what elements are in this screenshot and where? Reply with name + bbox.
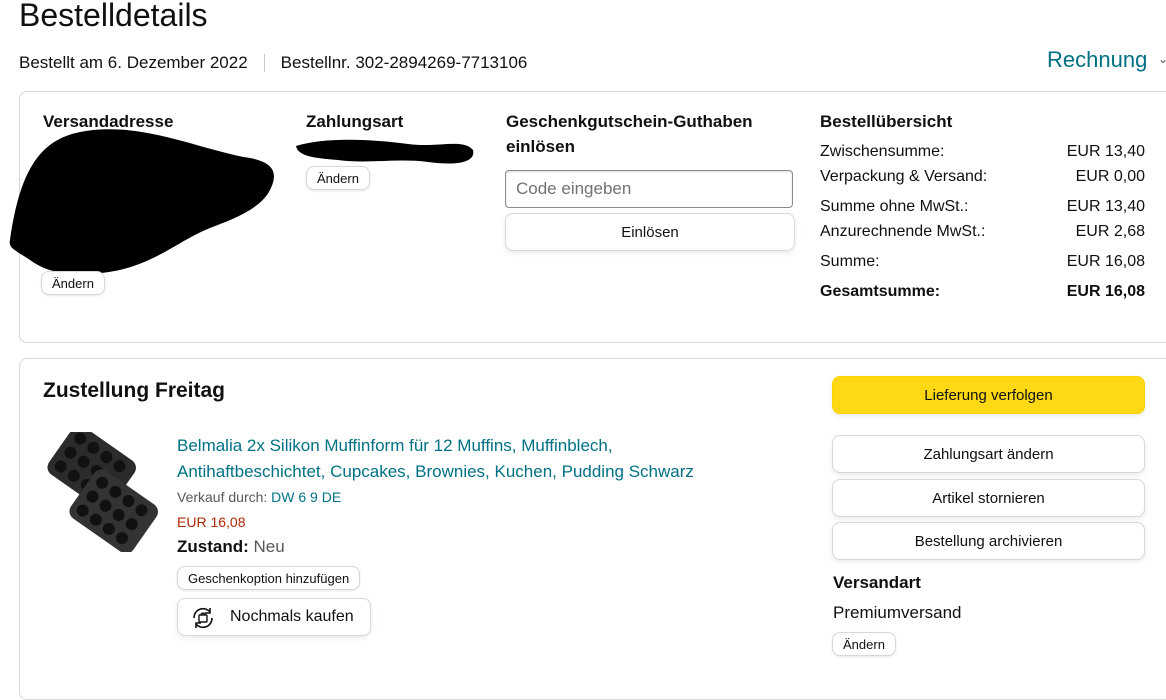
shipping-method-value: Premiumversand [833, 603, 962, 622]
invoice-link[interactable]: Rechnung [1047, 47, 1147, 73]
page-title: Bestelldetails [19, 0, 208, 33]
chevron-down-icon[interactable]: ⌄ [1158, 52, 1166, 66]
change-payment-method-button[interactable]: Zahlungsart ändern [832, 435, 1145, 473]
summary-value: EUR 2,68 [1075, 223, 1145, 240]
condition-value: Neu [253, 537, 285, 556]
sold-by: Verkauf durch: DW 6 9 DE [177, 489, 341, 505]
summary-row: Verpackung & Versand: EUR 0,00 [820, 168, 1145, 186]
product-price: EUR 16,08 [177, 514, 246, 530]
order-summary-heading: Bestellübersicht [820, 112, 953, 131]
divider [263, 54, 265, 72]
summary-label: Summe ohne MwSt.: [820, 198, 969, 215]
shipping-method-heading: Versandart [833, 573, 921, 592]
summary-value: EUR 13,40 [1066, 198, 1145, 215]
order-date: Bestellt am 6. Dezember 2022 [19, 53, 248, 72]
product-title-link[interactable]: Belmalia 2x Silikon Muffinform für 12 Mu… [177, 436, 613, 456]
summary-label: Verpackung & Versand: [820, 168, 988, 185]
buy-again-button[interactable]: Nochmals kaufen [177, 598, 371, 636]
redeem-button[interactable]: Einlösen [505, 213, 795, 251]
condition: Zustand: Neu [177, 537, 285, 557]
buy-again-icon [193, 607, 213, 629]
summary-row: Anzurechnende MwSt.: EUR 2,68 [820, 223, 1145, 241]
track-delivery-button[interactable]: Lieferung verfolgen [832, 376, 1145, 414]
delivery-heading: Zustellung Freitag [43, 379, 226, 402]
gift-card-heading: Geschenkgutschein-Guthaben [506, 112, 753, 131]
order-meta: Bestellt am 6. Dezember 2022 Bestellnr. … [19, 53, 527, 73]
summary-label: Anzurechnende MwSt.: [820, 223, 986, 240]
buy-again-label: Nochmals kaufen [230, 608, 354, 625]
change-payment-button[interactable]: Ändern [306, 166, 370, 190]
archive-order-button[interactable]: Bestellung archivieren [832, 522, 1145, 560]
summary-row: Summe: EUR 16,08 [820, 253, 1145, 271]
summary-value: EUR 0,00 [1075, 168, 1145, 185]
product-image[interactable] [46, 432, 162, 552]
summary-label: Summe: [820, 253, 880, 270]
summary-row: Zwischensumme: EUR 13,40 [820, 143, 1145, 161]
change-address-button[interactable]: Ändern [41, 271, 105, 295]
summary-value: EUR 13,40 [1066, 143, 1145, 160]
redaction-scribble [9, 129, 274, 289]
gift-code-input[interactable] [505, 170, 793, 208]
order-number: Bestellnr. 302-2894269-7713106 [280, 53, 528, 72]
summary-value: EUR 16,08 [1066, 283, 1145, 300]
change-shipping-method-button[interactable]: Ändern [832, 632, 896, 656]
summary-label: Zwischensumme: [820, 143, 945, 160]
summary-row: Summe ohne MwSt.: EUR 13,40 [820, 198, 1145, 216]
gift-option-button[interactable]: Geschenkoption hinzufügen [177, 566, 361, 590]
product-title-link-line2[interactable]: Antihaftbeschichtet, Cupcakes, Brownies,… [177, 462, 694, 482]
gift-card-heading-line2: einlösen [506, 137, 575, 156]
condition-label: Zustand: [177, 537, 249, 556]
summary-value: EUR 16,08 [1066, 253, 1145, 270]
cancel-item-button[interactable]: Artikel stornieren [832, 479, 1145, 517]
grand-total-row: Gesamtsumme: EUR 16,08 [820, 283, 1145, 301]
seller-link[interactable]: DW 6 9 DE [271, 489, 341, 505]
summary-label: Gesamtsumme: [820, 283, 941, 300]
sold-by-label: Verkauf durch: [177, 489, 268, 505]
